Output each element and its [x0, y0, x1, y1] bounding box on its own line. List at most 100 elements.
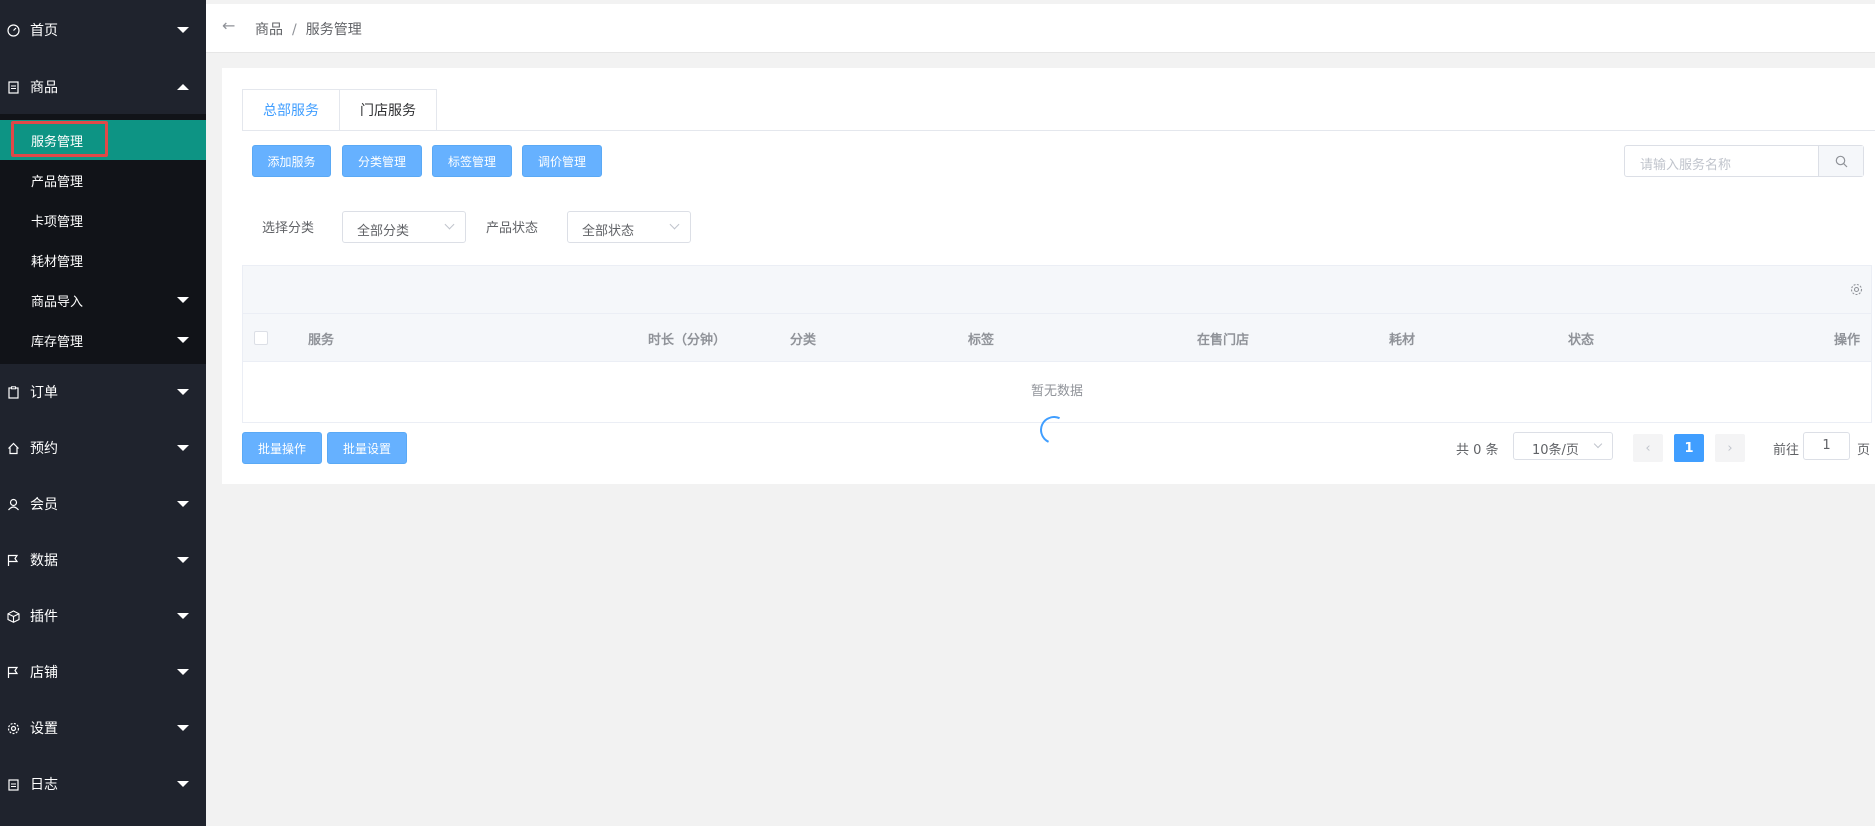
- status-select-value: 全部状态: [582, 224, 635, 239]
- back-arrow-icon[interactable]: ←: [222, 16, 235, 35]
- tab-headquarters-services[interactable]: 总部服务: [242, 89, 340, 131]
- sidebar-item-service-management[interactable]: 服务管理: [0, 120, 206, 160]
- goto-page-input[interactable]: 1: [1803, 432, 1850, 460]
- user-icon: [6, 497, 20, 511]
- column-settings-icon[interactable]: [1850, 283, 1863, 300]
- chevron-down-icon: [177, 337, 189, 343]
- column-header-stores[interactable]: 在售门店: [1197, 329, 1249, 348]
- select-all-checkbox[interactable]: [254, 331, 268, 345]
- sub-label: 产品管理: [31, 174, 84, 190]
- column-header-category[interactable]: 分类: [790, 329, 816, 348]
- menu-item-orders[interactable]: 订单: [0, 364, 206, 420]
- main-panel: 总部服务 门店服务 添加服务 分类管理 标签管理 调价管理 请输入服务名称 选择…: [222, 68, 1875, 484]
- chevron-down-icon: [177, 501, 189, 507]
- page-size-value: 10条/页: [1532, 443, 1579, 458]
- category-select[interactable]: 全部分类: [342, 211, 466, 243]
- breadcrumb-separator: /: [292, 22, 297, 38]
- search-box[interactable]: 请输入服务名称: [1624, 145, 1864, 177]
- menu-label: 店铺: [30, 665, 58, 681]
- chevron-down-icon: [177, 613, 189, 619]
- breadcrumb-item-current: 服务管理: [305, 22, 362, 38]
- chevron-down-icon: [177, 557, 189, 563]
- column-header-supplies[interactable]: 耗材: [1389, 329, 1415, 348]
- price-adjustment-button[interactable]: 调价管理: [522, 145, 602, 177]
- chevron-up-icon: [177, 84, 189, 90]
- menu-label: 日志: [30, 777, 58, 793]
- sub-label: 商品导入: [31, 294, 84, 310]
- chevron-down-icon: [177, 27, 189, 33]
- sidebar-item-supplies-management[interactable]: 耗材管理: [0, 240, 206, 280]
- menu-item-goods[interactable]: 商品: [0, 59, 206, 115]
- menu-label: 插件: [30, 609, 58, 625]
- document-icon: [6, 80, 20, 94]
- prev-page-button[interactable]: ‹: [1633, 434, 1663, 462]
- top-header: ← 商品 / 服务管理: [206, 4, 1875, 53]
- menu-label: 首页: [30, 23, 58, 39]
- menu-item-logs[interactable]: 日志: [0, 756, 206, 812]
- table-header: 服务 时长（分钟） 分类 标签 在售门店 耗材 状态 操作: [243, 314, 1871, 362]
- goto-prefix: 前往: [1773, 443, 1800, 458]
- menu-item-appointments[interactable]: 预约: [0, 420, 206, 476]
- menu-item-data[interactable]: 数据: [0, 532, 206, 588]
- clipboard-icon: [6, 385, 20, 399]
- search-button[interactable]: [1818, 146, 1863, 176]
- pagination-total: 共 0 条: [1456, 443, 1499, 458]
- dashboard-icon: [6, 23, 20, 37]
- chevron-down-icon: [177, 389, 189, 395]
- column-header-tags[interactable]: 标签: [968, 329, 994, 348]
- menu-label: 商品: [30, 80, 58, 96]
- goods-submenu: 服务管理 产品管理 卡项管理 耗材管理 商品导入 库存管理: [0, 114, 206, 364]
- category-select-value: 全部分类: [357, 224, 410, 239]
- sub-label: 服务管理: [31, 134, 84, 150]
- menu-item-home[interactable]: 首页: [0, 2, 206, 58]
- add-service-button[interactable]: 添加服务: [252, 145, 331, 177]
- tab-bar: 总部服务 门店服务: [242, 89, 437, 131]
- table-toolbar: [243, 266, 1871, 314]
- batch-operations-button[interactable]: 批量操作: [242, 432, 322, 464]
- page-number-current[interactable]: 1: [1674, 434, 1704, 462]
- status-filter-label: 产品状态: [486, 221, 539, 236]
- breadcrumb-item[interactable]: 商品: [255, 22, 283, 38]
- batch-settings-button[interactable]: 批量设置: [327, 432, 407, 464]
- chevron-down-icon: [444, 219, 455, 230]
- menu-item-plugins[interactable]: 插件: [0, 588, 206, 644]
- column-header-status[interactable]: 状态: [1568, 329, 1594, 348]
- menu-item-members[interactable]: 会员: [0, 476, 206, 532]
- sub-label: 耗材管理: [31, 254, 84, 270]
- menu-label: 订单: [30, 385, 58, 401]
- sidebar-item-card-management[interactable]: 卡项管理: [0, 200, 206, 240]
- category-filter-label: 选择分类: [262, 221, 315, 236]
- column-header-actions[interactable]: 操作: [1834, 329, 1860, 348]
- menu-label: 设置: [30, 721, 58, 737]
- status-select[interactable]: 全部状态: [567, 211, 691, 243]
- tag-management-button[interactable]: 标签管理: [432, 145, 512, 177]
- menu-item-stores[interactable]: 店铺: [0, 644, 206, 700]
- menu-label: 预约: [30, 441, 58, 457]
- next-page-button[interactable]: ›: [1715, 434, 1745, 462]
- gear-icon: [6, 721, 20, 735]
- chevron-down-icon: [177, 297, 189, 303]
- sidebar-item-goods-import[interactable]: 商品导入: [0, 280, 206, 320]
- column-header-service[interactable]: 服务: [308, 329, 334, 348]
- menu-label: 数据: [30, 553, 58, 569]
- chevron-down-icon: [177, 781, 189, 787]
- chevron-down-icon: [669, 219, 680, 230]
- goto-suffix: 页: [1857, 443, 1871, 458]
- sub-label: 卡项管理: [31, 214, 84, 230]
- tab-store-services[interactable]: 门店服务: [340, 89, 437, 131]
- chevron-down-icon: [177, 445, 189, 451]
- chevron-down-icon: [1593, 439, 1603, 449]
- breadcrumb: 商品 / 服务管理: [255, 19, 362, 39]
- page-size-select[interactable]: 10条/页: [1513, 432, 1613, 460]
- chevron-down-icon: [177, 725, 189, 731]
- menu-item-settings[interactable]: 设置: [0, 700, 206, 756]
- flag-icon: [6, 665, 20, 679]
- sidebar-item-inventory-management[interactable]: 库存管理: [0, 320, 206, 360]
- menu-label: 会员: [30, 497, 58, 513]
- home-icon: [6, 441, 20, 455]
- empty-state-text: 暂无数据: [1030, 384, 1083, 399]
- category-management-button[interactable]: 分类管理: [342, 145, 422, 177]
- sidebar-item-product-management[interactable]: 产品管理: [0, 160, 206, 200]
- column-header-duration[interactable]: 时长（分钟）: [648, 329, 726, 348]
- search-input[interactable]: 请输入服务名称: [1640, 154, 1731, 173]
